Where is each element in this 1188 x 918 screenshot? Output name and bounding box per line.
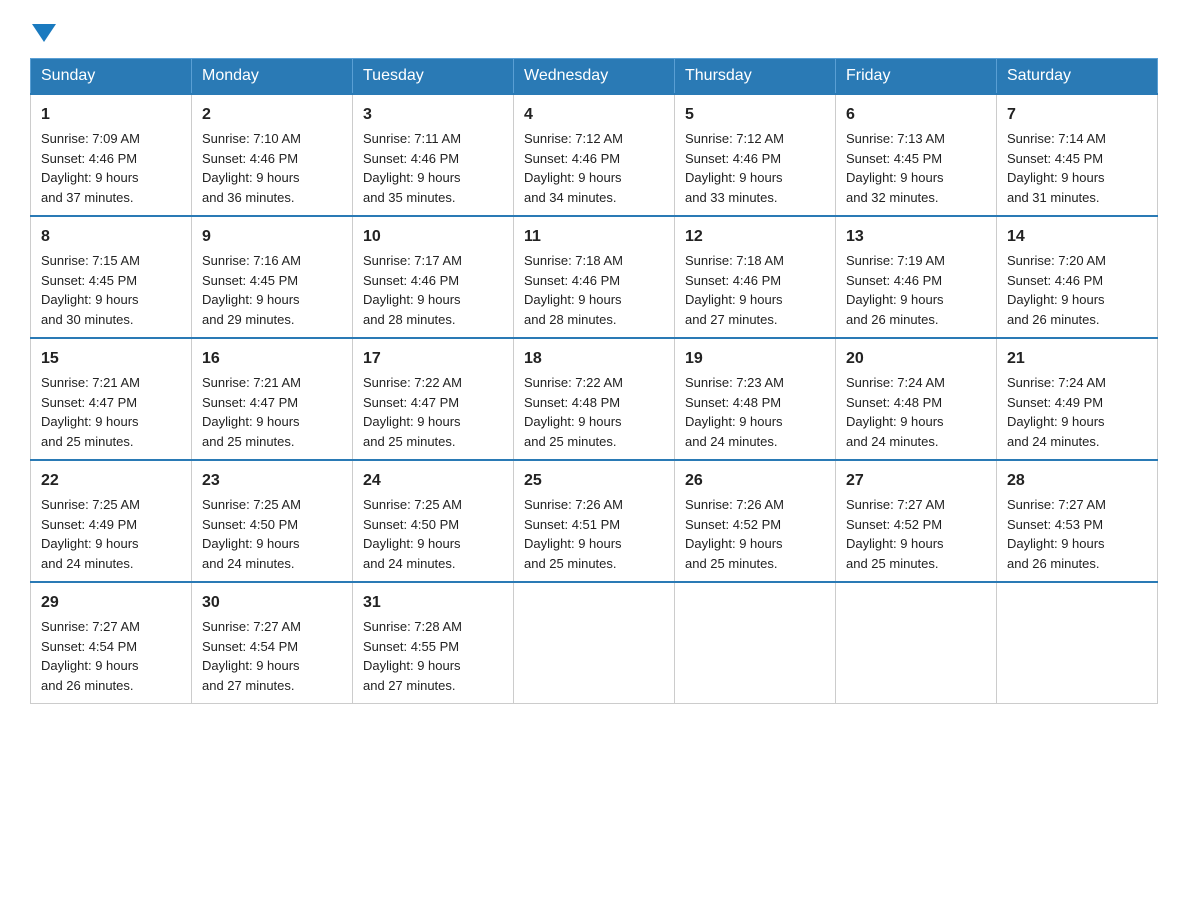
- calendar-header-monday: Monday: [192, 59, 353, 95]
- day-number: 20: [846, 347, 986, 371]
- day-number: 31: [363, 591, 503, 615]
- calendar-day-cell: 7Sunrise: 7:14 AMSunset: 4:45 PMDaylight…: [997, 94, 1158, 216]
- day-number: 19: [685, 347, 825, 371]
- day-number: 27: [846, 469, 986, 493]
- calendar-header-sunday: Sunday: [31, 59, 192, 95]
- calendar-day-cell: 21Sunrise: 7:24 AMSunset: 4:49 PMDayligh…: [997, 338, 1158, 460]
- day-number: 24: [363, 469, 503, 493]
- day-number: 30: [202, 591, 342, 615]
- calendar-header-thursday: Thursday: [675, 59, 836, 95]
- day-number: 17: [363, 347, 503, 371]
- day-number: 16: [202, 347, 342, 371]
- logo-arrow-icon: [32, 24, 56, 42]
- day-number: 25: [524, 469, 664, 493]
- calendar-day-cell: 8Sunrise: 7:15 AMSunset: 4:45 PMDaylight…: [31, 216, 192, 338]
- day-number: 13: [846, 225, 986, 249]
- calendar-day-cell: [836, 582, 997, 704]
- calendar-day-cell: 23Sunrise: 7:25 AMSunset: 4:50 PMDayligh…: [192, 460, 353, 582]
- calendar-week-row: 22Sunrise: 7:25 AMSunset: 4:49 PMDayligh…: [31, 460, 1158, 582]
- calendar-day-cell: 18Sunrise: 7:22 AMSunset: 4:48 PMDayligh…: [514, 338, 675, 460]
- day-number: 11: [524, 225, 664, 249]
- day-number: 2: [202, 103, 342, 127]
- calendar-day-cell: 29Sunrise: 7:27 AMSunset: 4:54 PMDayligh…: [31, 582, 192, 704]
- calendar-day-cell: 3Sunrise: 7:11 AMSunset: 4:46 PMDaylight…: [353, 94, 514, 216]
- calendar-header-friday: Friday: [836, 59, 997, 95]
- calendar-week-row: 15Sunrise: 7:21 AMSunset: 4:47 PMDayligh…: [31, 338, 1158, 460]
- day-number: 9: [202, 225, 342, 249]
- calendar-day-cell: 10Sunrise: 7:17 AMSunset: 4:46 PMDayligh…: [353, 216, 514, 338]
- calendar-day-cell: 25Sunrise: 7:26 AMSunset: 4:51 PMDayligh…: [514, 460, 675, 582]
- day-number: 6: [846, 103, 986, 127]
- calendar-week-row: 8Sunrise: 7:15 AMSunset: 4:45 PMDaylight…: [31, 216, 1158, 338]
- calendar-header-tuesday: Tuesday: [353, 59, 514, 95]
- calendar-day-cell: 27Sunrise: 7:27 AMSunset: 4:52 PMDayligh…: [836, 460, 997, 582]
- calendar-day-cell: 26Sunrise: 7:26 AMSunset: 4:52 PMDayligh…: [675, 460, 836, 582]
- calendar-day-cell: 1Sunrise: 7:09 AMSunset: 4:46 PMDaylight…: [31, 94, 192, 216]
- day-number: 15: [41, 347, 181, 371]
- calendar-week-row: 1Sunrise: 7:09 AMSunset: 4:46 PMDaylight…: [31, 94, 1158, 216]
- calendar-day-cell: [675, 582, 836, 704]
- day-number: 7: [1007, 103, 1147, 127]
- day-number: 26: [685, 469, 825, 493]
- calendar-day-cell: 15Sunrise: 7:21 AMSunset: 4:47 PMDayligh…: [31, 338, 192, 460]
- calendar-day-cell: 4Sunrise: 7:12 AMSunset: 4:46 PMDaylight…: [514, 94, 675, 216]
- calendar-day-cell: 9Sunrise: 7:16 AMSunset: 4:45 PMDaylight…: [192, 216, 353, 338]
- calendar-day-cell: 22Sunrise: 7:25 AMSunset: 4:49 PMDayligh…: [31, 460, 192, 582]
- calendar-day-cell: 24Sunrise: 7:25 AMSunset: 4:50 PMDayligh…: [353, 460, 514, 582]
- day-number: 23: [202, 469, 342, 493]
- calendar-day-cell: 2Sunrise: 7:10 AMSunset: 4:46 PMDaylight…: [192, 94, 353, 216]
- calendar-header-row: SundayMondayTuesdayWednesdayThursdayFrid…: [31, 59, 1158, 95]
- day-number: 18: [524, 347, 664, 371]
- day-number: 12: [685, 225, 825, 249]
- day-number: 4: [524, 103, 664, 127]
- calendar-day-cell: [514, 582, 675, 704]
- calendar-day-cell: 31Sunrise: 7:28 AMSunset: 4:55 PMDayligh…: [353, 582, 514, 704]
- day-number: 29: [41, 591, 181, 615]
- calendar-header-saturday: Saturday: [997, 59, 1158, 95]
- calendar-day-cell: 12Sunrise: 7:18 AMSunset: 4:46 PMDayligh…: [675, 216, 836, 338]
- calendar-table: SundayMondayTuesdayWednesdayThursdayFrid…: [30, 58, 1158, 704]
- logo: [30, 20, 58, 38]
- day-number: 21: [1007, 347, 1147, 371]
- day-number: 8: [41, 225, 181, 249]
- calendar-day-cell: 16Sunrise: 7:21 AMSunset: 4:47 PMDayligh…: [192, 338, 353, 460]
- day-number: 3: [363, 103, 503, 127]
- calendar-day-cell: 19Sunrise: 7:23 AMSunset: 4:48 PMDayligh…: [675, 338, 836, 460]
- calendar-header-wednesday: Wednesday: [514, 59, 675, 95]
- calendar-day-cell: 17Sunrise: 7:22 AMSunset: 4:47 PMDayligh…: [353, 338, 514, 460]
- day-number: 1: [41, 103, 181, 127]
- calendar-day-cell: 30Sunrise: 7:27 AMSunset: 4:54 PMDayligh…: [192, 582, 353, 704]
- calendar-day-cell: 20Sunrise: 7:24 AMSunset: 4:48 PMDayligh…: [836, 338, 997, 460]
- calendar-day-cell: 14Sunrise: 7:20 AMSunset: 4:46 PMDayligh…: [997, 216, 1158, 338]
- calendar-day-cell: 28Sunrise: 7:27 AMSunset: 4:53 PMDayligh…: [997, 460, 1158, 582]
- calendar-day-cell: 5Sunrise: 7:12 AMSunset: 4:46 PMDaylight…: [675, 94, 836, 216]
- calendar-day-cell: 11Sunrise: 7:18 AMSunset: 4:46 PMDayligh…: [514, 216, 675, 338]
- day-number: 14: [1007, 225, 1147, 249]
- calendar-day-cell: [997, 582, 1158, 704]
- page-header: [30, 20, 1158, 38]
- calendar-day-cell: 13Sunrise: 7:19 AMSunset: 4:46 PMDayligh…: [836, 216, 997, 338]
- day-number: 5: [685, 103, 825, 127]
- calendar-week-row: 29Sunrise: 7:27 AMSunset: 4:54 PMDayligh…: [31, 582, 1158, 704]
- day-number: 28: [1007, 469, 1147, 493]
- calendar-day-cell: 6Sunrise: 7:13 AMSunset: 4:45 PMDaylight…: [836, 94, 997, 216]
- day-number: 22: [41, 469, 181, 493]
- day-number: 10: [363, 225, 503, 249]
